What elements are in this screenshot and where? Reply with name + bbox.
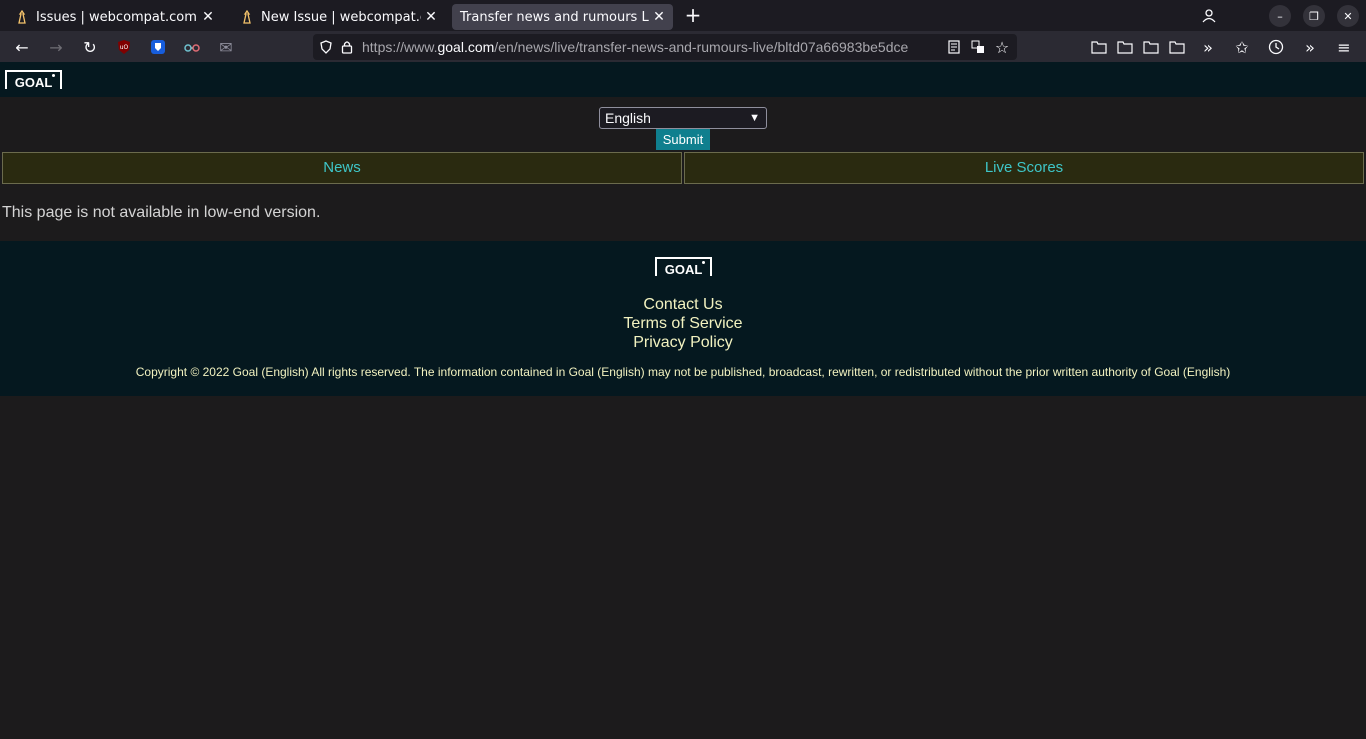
contact-us-link[interactable]: Contact Us (0, 296, 1366, 314)
webcompat-icon (14, 9, 30, 25)
account-icon[interactable] (1198, 5, 1220, 27)
shield-icon[interactable] (317, 38, 335, 56)
logo-text: GOAL (664, 262, 703, 277)
url-bar[interactable]: https://www.goal.com/en/news/live/transf… (313, 34, 1017, 60)
hamburger-menu-icon[interactable]: ≡ (1332, 35, 1356, 59)
chevron-overflow-icon[interactable]: » (1196, 35, 1220, 59)
restore-button[interactable]: ❐ (1303, 5, 1325, 27)
language-select[interactable]: English ▼ (599, 107, 767, 129)
history-clock-icon[interactable] (1264, 35, 1288, 59)
tab-transfer-news[interactable]: Transfer news and rumours LIVE ✕ (452, 4, 673, 30)
close-tab-icon[interactable]: ✕ (421, 7, 441, 27)
back-icon[interactable]: ← (10, 35, 34, 59)
logo-dot (52, 74, 55, 77)
folder-icon[interactable] (1165, 35, 1189, 59)
bookmark-star-icon[interactable]: ☆ (993, 38, 1011, 57)
bookmarks-star-icon[interactable]: ✩ (1230, 35, 1254, 59)
goal-logo[interactable]: GOAL (5, 70, 62, 90)
ublock-icon[interactable]: uO (112, 35, 136, 59)
folder-icon[interactable] (1113, 35, 1137, 59)
footer-goal-logo[interactable]: GOAL (655, 257, 712, 277)
extension-glasses-icon[interactable] (180, 35, 204, 59)
forward-icon[interactable]: → (44, 35, 68, 59)
web-page: GOAL English ▼ Submit News Live Scores T… (0, 62, 1366, 739)
unavailable-notice: This page is not available in low-end ve… (2, 204, 321, 221)
nav-live-scores-link[interactable]: Live Scores (684, 152, 1364, 184)
minimize-button[interactable]: – (1269, 5, 1291, 27)
tab-title: Issues | webcompat.com (36, 9, 197, 25)
bitwarden-icon[interactable] (146, 35, 170, 59)
mail-icon[interactable]: ✉ (214, 35, 238, 59)
copyright-text: Copyright © 2022 Goal (English) All righ… (135, 365, 1231, 379)
tab-title: New Issue | webcompat.com (261, 9, 421, 25)
folder-icon[interactable] (1139, 35, 1163, 59)
close-tab-icon[interactable]: ✕ (649, 7, 669, 27)
url-text[interactable]: https://www.goal.com/en/news/live/transf… (362, 39, 942, 55)
tab-bar: Issues | webcompat.com ✕ New Issue | web… (0, 0, 1366, 31)
tab-issues-webcompat[interactable]: Issues | webcompat.com ✕ (4, 4, 222, 30)
close-tab-icon[interactable]: ✕ (198, 7, 218, 27)
site-footer: GOAL Contact Us Terms of Service Privacy… (0, 241, 1366, 396)
close-window-button[interactable]: ✕ (1337, 5, 1359, 27)
translate-icon[interactable] (969, 38, 987, 56)
nav-toolbar: ← → ↻ uO ✉ https://www.goal.com/en/news/… (0, 31, 1366, 62)
logo-dot (702, 261, 705, 264)
tab-title: Transfer news and rumours LIVE (460, 9, 649, 25)
folder-icon[interactable] (1087, 35, 1111, 59)
reader-view-icon[interactable] (945, 38, 963, 56)
site-header: GOAL (0, 62, 1366, 97)
webcompat-icon (239, 9, 255, 25)
submit-button[interactable]: Submit (656, 129, 710, 150)
tab-new-issue-webcompat[interactable]: New Issue | webcompat.com ✕ (229, 4, 445, 30)
new-tab-button[interactable]: + (682, 5, 704, 27)
chevron-down-icon: ▼ (749, 112, 760, 124)
terms-of-service-link[interactable]: Terms of Service (0, 315, 1366, 333)
reload-icon[interactable]: ↻ (78, 35, 102, 59)
logo-text: GOAL (14, 75, 53, 90)
privacy-policy-link[interactable]: Privacy Policy (0, 334, 1366, 352)
extensions-overflow-icon[interactable]: » (1298, 35, 1322, 59)
language-selected-value: English (605, 110, 651, 126)
nav-news-link[interactable]: News (2, 152, 682, 184)
lock-icon[interactable] (338, 38, 356, 56)
svg-text:uO: uO (120, 44, 129, 51)
